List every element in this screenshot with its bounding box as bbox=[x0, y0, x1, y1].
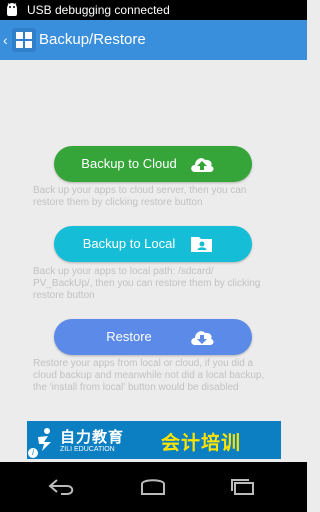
cloud-upload-icon bbox=[191, 158, 214, 172]
status-bar: USB debugging connected bbox=[0, 0, 307, 20]
backup-to-local-label: Backup to Local bbox=[82, 236, 176, 251]
info-icon[interactable]: i bbox=[28, 448, 38, 458]
backup-to-local-button[interactable]: Backup to Local bbox=[54, 226, 252, 262]
backup-to-cloud-description: Back up your apps to cloud server, then … bbox=[33, 185, 247, 208]
folder-user-icon bbox=[191, 237, 212, 252]
home-icon[interactable] bbox=[138, 478, 168, 496]
back-icon[interactable] bbox=[47, 478, 77, 496]
main-content: Backup to Cloud Back up your apps to clo… bbox=[0, 60, 307, 460]
page-title: Backup/Restore bbox=[39, 31, 146, 48]
zili-logo-icon bbox=[38, 428, 51, 451]
restore-description: Restore your apps from local or cloud, i… bbox=[33, 358, 265, 393]
restore-button[interactable]: Restore bbox=[54, 319, 252, 355]
app-grid-icon[interactable] bbox=[12, 28, 36, 52]
status-text: USB debugging connected bbox=[27, 3, 170, 17]
restore-label: Restore bbox=[106, 329, 152, 344]
ad-slogan: 会计培训 bbox=[161, 433, 242, 454]
backup-to-cloud-button[interactable]: Backup to Cloud bbox=[54, 146, 252, 182]
ad-banner[interactable]: 自力教育 ZILI EDUCATION 会计培训 i bbox=[27, 421, 281, 459]
navigation-bar bbox=[0, 462, 307, 512]
ad-brand-english: ZILI EDUCATION bbox=[60, 446, 115, 453]
android-debug-icon bbox=[7, 3, 17, 16]
backup-to-cloud-label: Backup to Cloud bbox=[81, 156, 177, 171]
backup-to-local-description: Back up your apps to local path: /sdcard… bbox=[33, 266, 261, 301]
recents-icon[interactable] bbox=[228, 478, 258, 496]
cloud-download-icon bbox=[191, 331, 214, 345]
ad-brand-chinese: 自力教育 bbox=[60, 429, 125, 446]
action-bar: ‹ Backup/Restore bbox=[0, 20, 307, 60]
chevron-left-icon[interactable]: ‹ bbox=[3, 32, 8, 48]
